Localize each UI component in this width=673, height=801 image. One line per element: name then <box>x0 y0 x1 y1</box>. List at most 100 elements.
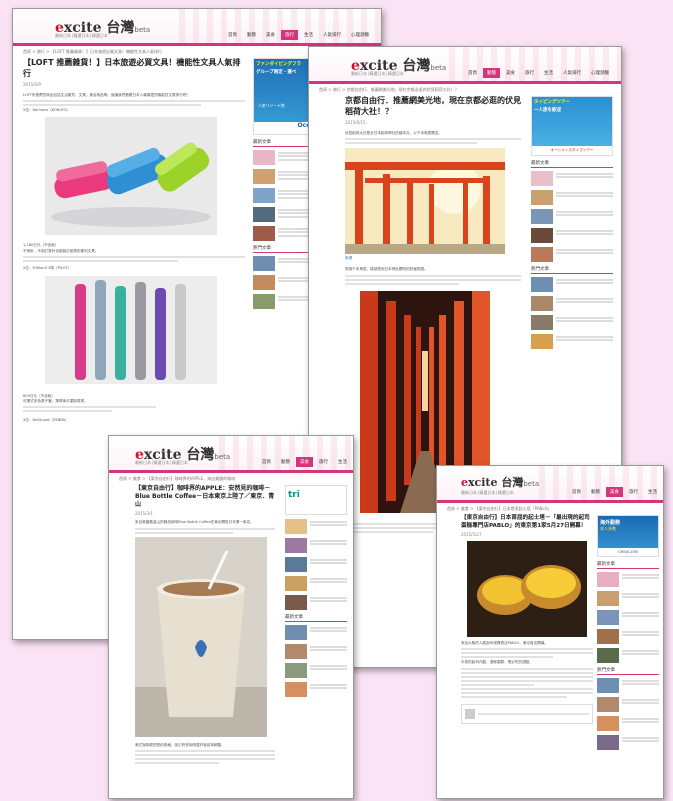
avatar <box>465 708 475 719</box>
screenshot-bluebottle-article: excite 台灣beta 最新日本│精選日本│精選日本 首頁 動態 美食 旅行… <box>108 435 354 799</box>
nav-home[interactable]: 首頁 <box>224 30 241 40</box>
credit-3: 3位：DelGuard（ZEBRA） <box>23 418 69 423</box>
side-item[interactable] <box>285 644 347 659</box>
side-item[interactable] <box>597 735 659 750</box>
side-item[interactable] <box>531 315 613 330</box>
side-item[interactable] <box>597 572 659 587</box>
site-header: excite 台灣beta 最新日本│精選日本│精選日本 首頁 動態 美食 旅行… <box>109 436 353 470</box>
article-body: 穿過千本鳥居，能感受到日本神社獨特的莊嚴氛圍。 <box>345 267 428 272</box>
side-item[interactable] <box>285 538 347 553</box>
article-date: 2015/6/9 <box>23 81 41 87</box>
ad-banner[interactable]: 海外勤務 求人多数 CREACIÓN <box>597 515 659 557</box>
breadcrumb[interactable]: 首頁 > 美食 > 【東京自由行】日本首家起士塔「PABLO」 <box>437 503 663 515</box>
side-item[interactable] <box>597 629 659 644</box>
side-item[interactable] <box>597 610 659 625</box>
article-date: 2015/5/27 <box>461 532 482 538</box>
side-item[interactable] <box>285 576 347 591</box>
nav-life[interactable]: 生活 <box>300 30 317 40</box>
article-intro: 來自美國舊金山的精品咖啡Blue Bottle Coffee在東京開設日本第一家… <box>135 520 254 525</box>
article-date: 2015/3/1 <box>135 511 153 517</box>
desc-1: 不用針，不用訂書針也能裝訂紙張的便利文具。 <box>23 248 99 253</box>
article-intro: LOFT所推薦的商品包括生活雜貨、文具、美容用品等。就讓我們看看日本人最喜愛的機… <box>23 92 191 97</box>
nav-ranking[interactable]: 人氣排行 <box>559 68 585 78</box>
article-intro: 來自大阪的人氣起司塔專賣店PABLO，東京首店開幕。 <box>461 641 549 646</box>
nav-food[interactable]: 美食 <box>296 457 313 467</box>
side-item[interactable] <box>531 296 613 311</box>
side-item[interactable] <box>531 209 613 224</box>
nav-home[interactable]: 首頁 <box>258 457 275 467</box>
main-nav: 首頁 動態 美食 旅行 生活 人氣排行 心理測驗 <box>224 30 373 40</box>
side-item[interactable] <box>531 247 613 262</box>
coffee-photo <box>135 536 267 737</box>
side-item[interactable] <box>285 625 347 640</box>
nav-quiz[interactable]: 心理測驗 <box>587 68 613 78</box>
nav-travel[interactable]: 旅行 <box>625 487 642 497</box>
site-header: excite 台灣beta 最新日本│精選日本│精選日本 首頁 動態 美食 旅行… <box>13 9 381 43</box>
side-heading-2: 熱門文章 <box>597 667 659 675</box>
main-nav: 首頁 動態 美食 旅行 生活 <box>258 457 351 467</box>
side-item[interactable] <box>597 716 659 731</box>
nav-travel[interactable]: 旅行 <box>521 68 538 78</box>
nav-news[interactable]: 動態 <box>277 457 294 467</box>
side-item[interactable] <box>531 277 613 292</box>
side-item[interactable] <box>531 228 613 243</box>
article-title: 京都自由行．推薦網美光地，現在京都必逛的伏見稻荷大社！？ <box>345 96 521 116</box>
side-item[interactable] <box>531 171 613 186</box>
photo-credit[interactable]: 來源 <box>345 256 521 261</box>
credit-1: 2位：Harinacs（KOKUYO） <box>23 107 71 112</box>
torii-photo-1 <box>345 147 505 254</box>
site-logo[interactable]: excite 台灣beta <box>461 474 539 490</box>
main-nav: 首頁 動態 美食 旅行 生活 <box>568 487 661 497</box>
nav-life[interactable]: 生活 <box>540 68 557 78</box>
site-tagline: 最新日本│精選日本│精選日本 <box>135 460 188 465</box>
nav-ranking[interactable]: 人氣排行 <box>319 30 345 40</box>
side-item[interactable] <box>531 334 613 349</box>
side-item[interactable] <box>597 678 659 693</box>
nav-travel[interactable]: 旅行 <box>315 457 332 467</box>
article-title: 【東京自由行】日本首屈的起士塔－「最出現的起司蛋糕專門店PABLO」的東京第1家… <box>461 515 590 529</box>
side-item[interactable] <box>531 190 613 205</box>
nav-home[interactable]: 首頁 <box>464 68 481 78</box>
nav-life[interactable]: 生活 <box>644 487 661 497</box>
breadcrumb[interactable]: 首頁 > 旅行 > 京都自由行．推薦網美光地，現在京都必逛的伏見稻荷大社！？ <box>309 84 621 96</box>
side-heading: 最新文章 <box>285 614 347 622</box>
site-header: excite 台灣beta 最新日本│精選日本│精選日本 首頁 動態 美食 旅行… <box>309 47 621 81</box>
nav-food[interactable]: 美食 <box>262 30 279 40</box>
nav-food[interactable]: 美食 <box>502 68 519 78</box>
side-item[interactable] <box>597 591 659 606</box>
side-heading-2: 熱門文章 <box>531 266 613 274</box>
comment-box[interactable] <box>461 703 593 724</box>
article-title: 【LOFT 推薦雜貨！】日本旅遊必買文具！機能性文具人氣排行 <box>23 58 241 78</box>
credit-2: 2位：FriXion3 3球（PILOT） <box>23 266 72 271</box>
site-tagline: 最新日本│精選日本│精選日本 <box>55 33 108 38</box>
nav-news[interactable]: 動態 <box>587 487 604 497</box>
main-nav: 首頁 動態 美食 旅行 生活 人氣排行 心理測驗 <box>464 68 613 78</box>
pens-photo <box>45 275 217 384</box>
breadcrumb[interactable]: 首頁 > 美食 > 【東京自由行】咖啡界的APPLE，來自美國的咖啡 <box>109 473 353 485</box>
nav-travel[interactable]: 旅行 <box>281 30 298 40</box>
site-tagline: 最新日本│精選日本│精選日本 <box>351 71 404 76</box>
ad-banner[interactable]: tri <box>285 485 347 515</box>
side-heading: 最新文章 <box>597 561 659 569</box>
cheese-tart-photo <box>467 541 587 638</box>
side-item[interactable] <box>285 682 347 697</box>
side-item[interactable] <box>285 595 347 610</box>
side-item[interactable] <box>285 557 347 572</box>
article-date: 2015/6/15 <box>345 119 366 125</box>
desc-2: 可擦式多色原子筆，擦掉後可重新書寫。 <box>23 398 88 403</box>
nav-news[interactable]: 動態 <box>483 68 500 78</box>
ad-banner[interactable]: タイビングツアー 一人旅を歓迎 オーシャンズダイブツアー <box>531 96 613 156</box>
nav-news[interactable]: 動態 <box>243 30 260 40</box>
side-item[interactable] <box>597 648 659 663</box>
article-body: 半熟的起司內餡，濃郁香醇，是必吃的甜點。 <box>461 660 533 665</box>
side-heading: 最新文章 <box>531 160 613 168</box>
article-intro: 伏見稻荷大社是全日本稻荷神社的總本社，以千本鳥居聞名。 <box>345 130 443 135</box>
nav-food[interactable]: 美食 <box>606 487 623 497</box>
side-item[interactable] <box>285 663 347 678</box>
side-item[interactable] <box>285 519 347 534</box>
side-item[interactable] <box>597 697 659 712</box>
nav-home[interactable]: 首頁 <box>568 487 585 497</box>
site-header: excite 台灣beta 最新日本│精選日本│精選日本 首頁 動態 美食 旅行… <box>437 466 663 500</box>
nav-quiz[interactable]: 心理測驗 <box>347 30 373 40</box>
nav-life[interactable]: 生活 <box>334 457 351 467</box>
